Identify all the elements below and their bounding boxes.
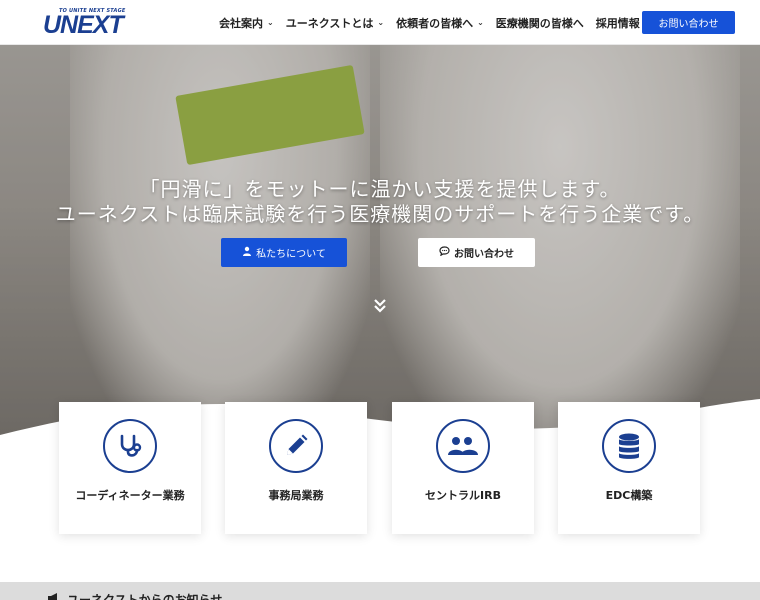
nav-item-label: 採用情報 <box>595 16 640 30</box>
nav-item-label: 依頼者の皆様へ <box>396 16 474 30</box>
user-doctor-icon <box>242 246 252 259</box>
stethoscope-icon <box>103 419 157 473</box>
hero-contact-button[interactable]: お問い合わせ <box>418 238 535 267</box>
chevron-down-icon: ⌄ <box>477 18 484 27</box>
service-card-edc[interactable]: EDC構築 <box>558 402 700 534</box>
service-card-title: EDC構築 <box>605 489 653 502</box>
nav-item-label: 医療機関の皆様へ <box>495 16 584 30</box>
service-card-central-irb[interactable]: セントラルIRB <box>392 402 534 534</box>
nav-item-clients[interactable]: 依頼者の皆様へ ⌄ <box>396 15 484 31</box>
chat-bubble-icon <box>439 246 450 259</box>
service-card-title: 事務局業務 <box>268 489 324 502</box>
nav-item-company[interactable]: 会社案内 ⌄ <box>219 15 274 31</box>
database-icon <box>602 419 656 473</box>
news-heading-label: ユーネクストからのお知らせ <box>67 593 223 600</box>
about-us-label: 私たちについて <box>256 249 326 260</box>
about-us-button[interactable]: 私たちについて <box>221 238 347 267</box>
nav-item-about-unext[interactable]: ユーネクストとは ⌄ <box>286 15 384 31</box>
pencil-icon <box>269 419 323 473</box>
hero-subheadline: ユーネクストは臨床試験を行う医療機関のサポートを行う企業です。 <box>55 202 705 226</box>
news-heading: ユーネクストからのお知らせ <box>47 591 222 600</box>
nav-item-label: ユーネクストとは <box>285 16 374 30</box>
service-card-title: セントラルIRB <box>425 489 501 502</box>
main-nav: 会社案内 ⌄ ユーネクストとは ⌄ 依頼者の皆様へ ⌄ 医療機関の皆様へ 採用情… <box>219 0 662 45</box>
service-card-coordinator[interactable]: コーディネーター業務 <box>59 402 201 534</box>
hero-contact-label: お問い合わせ <box>454 249 514 260</box>
news-section: ユーネクストからのお知らせ <box>0 582 760 600</box>
nav-item-label: 会社案内 <box>219 16 263 30</box>
site-header: TO UNITE NEXT STAGE UNEXT 会社案内 ⌄ ユーネクストと… <box>0 0 760 45</box>
service-card-title: コーディネーター業務 <box>75 489 185 502</box>
hero-section: 「円滑に」をモットーに温かい支援を提供します。 ユーネクストは臨床試験を行う医療… <box>0 45 760 445</box>
chevron-down-icon: ⌄ <box>377 18 385 27</box>
service-card-secretariat[interactable]: 事務局業務 <box>225 402 367 534</box>
logo-text: UNEXT <box>43 11 124 39</box>
chevron-down-icon: ⌄ <box>267 18 274 27</box>
scroll-down-icon[interactable] <box>370 298 390 318</box>
unext-logo[interactable]: TO UNITE NEXT STAGE UNEXT <box>43 8 139 39</box>
nav-item-medical-institutions[interactable]: 医療機関の皆様へ <box>496 15 584 31</box>
users-icon <box>436 419 490 473</box>
megaphone-icon <box>47 592 61 600</box>
header-contact-button[interactable]: お問い合わせ <box>642 11 735 34</box>
